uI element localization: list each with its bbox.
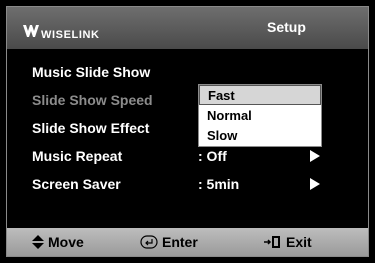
brand-name: WISELINK: [41, 29, 100, 41]
dropdown-option-normal[interactable]: Normal: [199, 106, 321, 126]
menu-item-screen-saver[interactable]: Screen Saver : 5min: [32, 174, 332, 194]
footer-bar: Move Enter Exit: [7, 228, 368, 256]
exit-hint: Exit: [264, 228, 312, 256]
wiselink-logo-icon: [23, 25, 39, 37]
menu-item-label: Slide Show Speed: [32, 92, 153, 108]
right-triangle-icon: [310, 178, 320, 190]
move-label: Move: [48, 234, 84, 250]
exit-door-icon: [264, 236, 280, 248]
menu-item-label: Screen Saver: [32, 176, 121, 192]
menu-item-label: Music Slide Show: [32, 64, 151, 80]
exit-label: Exit: [286, 234, 312, 250]
menu-item-label: Slide Show Effect: [32, 120, 150, 136]
tv-osd-screen: WISELINK Setup Music Slide Show Slide Sh…: [0, 0, 375, 263]
up-down-arrow-icon: [32, 235, 44, 249]
speed-dropdown: Fast Normal Slow: [198, 84, 322, 147]
menu-item-music-repeat[interactable]: Music Repeat : Off: [32, 146, 332, 166]
menu-item-value: : 5min: [198, 176, 240, 192]
enter-hint: Enter: [140, 228, 198, 256]
enter-return-icon: [140, 235, 158, 249]
enter-label: Enter: [162, 234, 198, 250]
header-bar: WISELINK Setup: [7, 7, 368, 49]
dropdown-option-slow[interactable]: Slow: [199, 126, 321, 146]
brand-logo: WISELINK: [22, 21, 100, 41]
page-title: Setup: [267, 19, 306, 35]
right-triangle-icon: [310, 150, 320, 162]
move-hint: Move: [32, 228, 84, 256]
menu-item-value: : Off: [198, 148, 227, 164]
menu-item-label: Music Repeat: [32, 148, 123, 164]
menu-item-music-slide-show[interactable]: Music Slide Show: [32, 62, 332, 82]
dropdown-option-fast[interactable]: Fast: [199, 85, 321, 105]
